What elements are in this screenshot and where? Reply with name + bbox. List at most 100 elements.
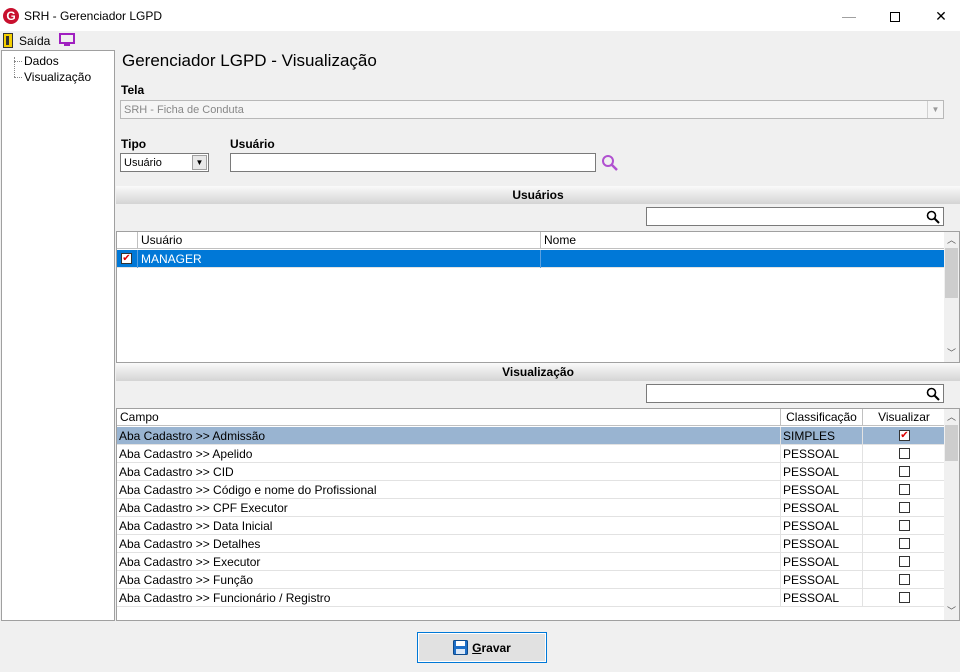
cell-classificacao: PESSOAL: [781, 499, 863, 517]
view-scrollbar[interactable]: ︿ ﹀: [944, 409, 959, 620]
tree-connector: [14, 57, 15, 77]
checkbox-checked-icon[interactable]: ✔: [121, 253, 132, 264]
column-header-visualizar[interactable]: Visualizar: [863, 409, 946, 426]
cell-visualizar[interactable]: [863, 481, 946, 499]
navigation-tree: Dados Visualização: [1, 50, 115, 621]
cell-visualizar[interactable]: [863, 463, 946, 481]
search-icon[interactable]: [926, 210, 940, 224]
cell-visualizar[interactable]: [863, 517, 946, 535]
cell-classificacao: PESSOAL: [781, 463, 863, 481]
menu-exit[interactable]: Saída: [3, 32, 50, 49]
checkbox-icon[interactable]: [899, 502, 910, 513]
checkbox-icon[interactable]: [899, 538, 910, 549]
tree-connector: [14, 77, 22, 78]
cell-classificacao: PESSOAL: [781, 553, 863, 571]
cell-classificacao: PESSOAL: [781, 571, 863, 589]
check-column-header[interactable]: [117, 232, 138, 249]
table-row[interactable]: Aba Cadastro >> Funcionário / Registro P…: [117, 589, 946, 607]
checkbox-icon[interactable]: [899, 574, 910, 585]
chevron-up-icon[interactable]: ︿: [944, 233, 959, 248]
checkbox-checked-icon[interactable]: ✔: [899, 430, 910, 441]
cell-visualizar[interactable]: [863, 445, 946, 463]
table-row[interactable]: Aba Cadastro >> CID PESSOAL: [117, 463, 946, 481]
tipo-select-value: Usuário: [124, 157, 162, 169]
checkbox-icon[interactable]: [899, 484, 910, 495]
cell-classificacao: PESSOAL: [781, 481, 863, 499]
minimize-button[interactable]: —: [826, 0, 872, 33]
chevron-up-icon[interactable]: ︿: [944, 410, 959, 425]
chevron-down-icon[interactable]: ▼: [192, 155, 207, 170]
usuario-label: Usuário: [230, 137, 275, 151]
tipo-select[interactable]: Usuário ▼: [120, 153, 209, 172]
usuario-input[interactable]: [230, 153, 596, 172]
cell-nome: [541, 250, 946, 268]
tipo-label: Tipo: [121, 137, 147, 151]
users-grid-header: Usuário Nome: [117, 232, 946, 249]
table-row[interactable]: Aba Cadastro >> CPF Executor PESSOAL: [117, 499, 946, 517]
cell-classificacao: PESSOAL: [781, 517, 863, 535]
cell-usuario: MANAGER: [138, 250, 541, 268]
view-grid: Campo Classificação Visualizar Aba Cadas…: [116, 408, 960, 621]
save-button-label: Gravar: [472, 640, 511, 655]
column-header-classificacao[interactable]: Classificação: [781, 409, 863, 426]
chevron-down-icon[interactable]: ﹀: [944, 604, 959, 619]
cell-visualizar[interactable]: [863, 553, 946, 571]
column-header-campo[interactable]: Campo: [117, 409, 781, 426]
scrollbar-thumb[interactable]: [945, 248, 958, 298]
table-row[interactable]: Aba Cadastro >> Detalhes PESSOAL: [117, 535, 946, 553]
table-row[interactable]: Aba Cadastro >> Função PESSOAL: [117, 571, 946, 589]
cell-visualizar[interactable]: ✔: [863, 427, 946, 445]
scrollbar-thumb[interactable]: [945, 425, 958, 461]
cell-campo: Aba Cadastro >> Funcionário / Registro: [117, 589, 781, 607]
cell-campo: Aba Cadastro >> Função: [117, 571, 781, 589]
table-row[interactable]: Aba Cadastro >> Data Inicial PESSOAL: [117, 517, 946, 535]
column-header-nome[interactable]: Nome: [541, 232, 946, 249]
cell-campo: Aba Cadastro >> Executor: [117, 553, 781, 571]
checkbox-icon[interactable]: [899, 592, 910, 603]
users-search-input[interactable]: [646, 207, 944, 226]
view-section-title: Visualização: [116, 363, 960, 381]
menu-exit-label: Saída: [19, 33, 51, 48]
window-title: SRH - Gerenciador LGPD: [24, 9, 163, 23]
column-header-usuario[interactable]: Usuário: [138, 232, 541, 249]
tela-select-value: SRH - Ficha de Conduta: [124, 104, 244, 116]
table-row[interactable]: Aba Cadastro >> Admissão SIMPLES ✔: [117, 427, 946, 445]
cell-visualizar[interactable]: [863, 571, 946, 589]
table-row[interactable]: ✔ MANAGER: [117, 250, 946, 268]
users-scrollbar[interactable]: ︿ ﹀: [944, 232, 959, 362]
view-search-input[interactable]: [646, 384, 944, 403]
menu-bar: Saída: [0, 31, 960, 50]
row-check-cell[interactable]: ✔: [117, 250, 138, 268]
cell-campo: Aba Cadastro >> Data Inicial: [117, 517, 781, 535]
tree-connector: [14, 61, 22, 62]
cell-classificacao: PESSOAL: [781, 445, 863, 463]
tree-item-visualizacao[interactable]: Visualização: [24, 70, 91, 84]
users-grid: Usuário Nome ✔ MANAGER ︿ ﹀: [116, 231, 960, 363]
cell-campo: Aba Cadastro >> Código e nome do Profiss…: [117, 481, 781, 499]
cell-campo: Aba Cadastro >> CID: [117, 463, 781, 481]
search-icon[interactable]: [926, 387, 940, 401]
cell-visualizar[interactable]: [863, 535, 946, 553]
table-row[interactable]: Aba Cadastro >> Executor PESSOAL: [117, 553, 946, 571]
checkbox-icon[interactable]: [899, 520, 910, 531]
page-title: Gerenciador LGPD - Visualização: [122, 51, 377, 70]
cell-visualizar[interactable]: [863, 499, 946, 517]
close-button[interactable]: ✕: [918, 0, 960, 33]
tree-item-dados[interactable]: Dados: [24, 54, 59, 68]
cell-visualizar[interactable]: [863, 589, 946, 607]
cell-classificacao: SIMPLES: [781, 427, 863, 445]
chevron-down-icon: ▼: [927, 101, 943, 118]
search-icon[interactable]: [600, 153, 620, 172]
save-button[interactable]: Gravar: [417, 632, 547, 663]
checkbox-icon[interactable]: [899, 466, 910, 477]
table-row[interactable]: Aba Cadastro >> Apelido PESSOAL: [117, 445, 946, 463]
checkbox-icon[interactable]: [899, 556, 910, 567]
view-grid-header: Campo Classificação Visualizar: [117, 409, 946, 426]
maximize-button[interactable]: [872, 0, 918, 33]
chevron-down-icon[interactable]: ﹀: [944, 346, 959, 361]
table-row[interactable]: Aba Cadastro >> Código e nome do Profiss…: [117, 481, 946, 499]
monitor-icon[interactable]: [59, 33, 75, 47]
checkbox-icon[interactable]: [899, 448, 910, 459]
cell-campo: Aba Cadastro >> Admissão: [117, 427, 781, 445]
tela-label: Tela: [121, 83, 145, 97]
